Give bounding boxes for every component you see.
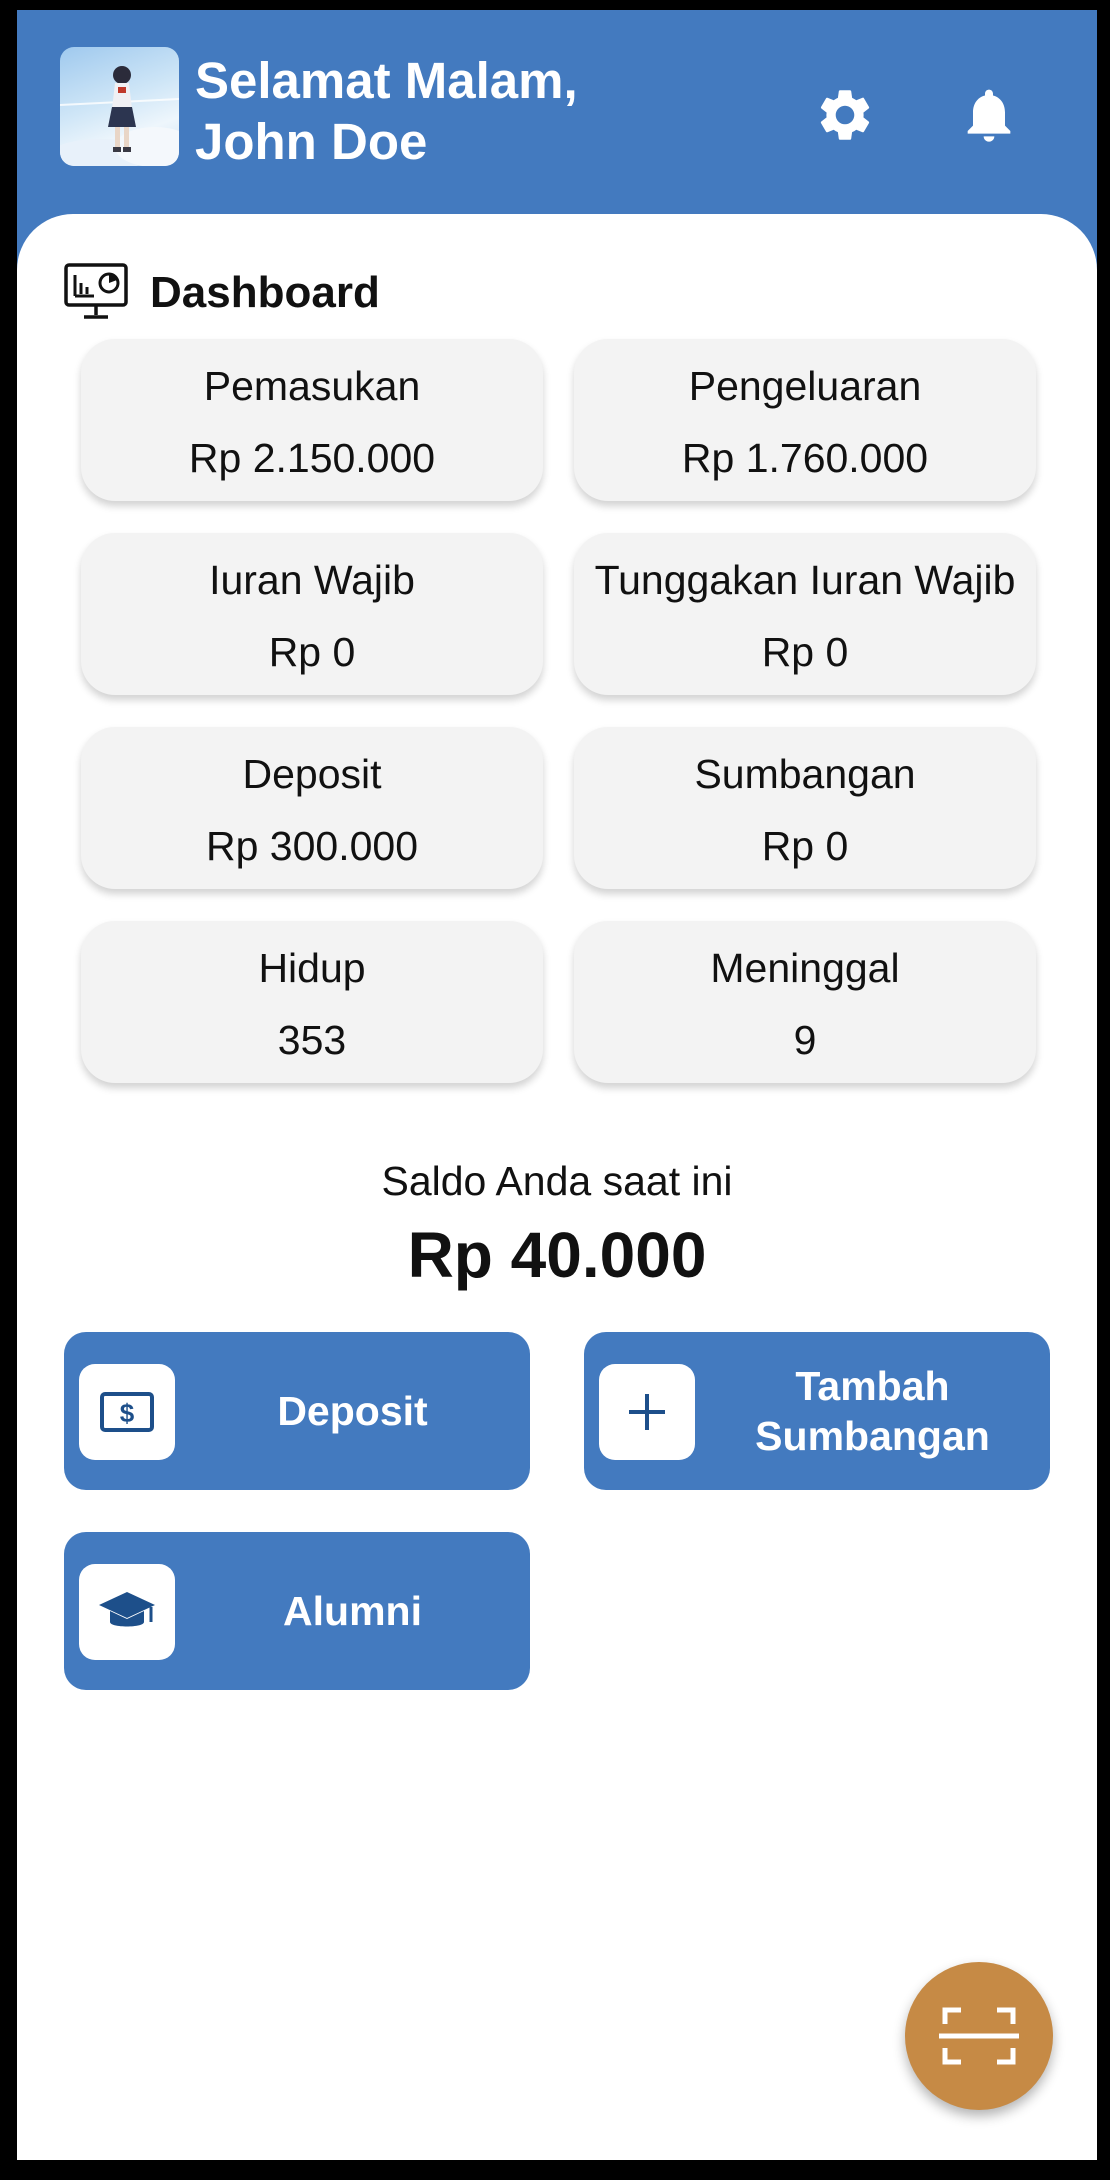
stat-value: Rp 1.760.000 xyxy=(681,435,929,481)
stat-card-pemasukan: Pemasukan Rp 2.150.000 xyxy=(81,339,543,501)
stat-value: 9 xyxy=(793,1017,817,1063)
settings-button[interactable] xyxy=(810,80,880,150)
bell-icon xyxy=(967,89,1011,142)
stat-value: Rp 0 xyxy=(761,629,849,675)
stat-value: Rp 0 xyxy=(268,629,356,675)
user-name: John Doe xyxy=(195,113,428,170)
presentation-chart-icon xyxy=(64,263,128,319)
add-donation-icon-box xyxy=(599,1364,695,1460)
stat-label: Pemasukan xyxy=(203,363,421,409)
stat-value: 353 xyxy=(277,1017,347,1063)
greeting-text: Selamat Malam, John Doe xyxy=(195,50,578,172)
stat-label: Iuran Wajib xyxy=(209,557,415,603)
notification-button[interactable] xyxy=(954,80,1024,150)
stat-card-deposit: Deposit Rp 300.000 xyxy=(81,727,543,889)
alumni-button[interactable]: Alumni xyxy=(64,1532,530,1690)
stat-label: Deposit xyxy=(242,751,382,797)
stat-value: Rp 2.150.000 xyxy=(188,435,436,481)
deposit-button[interactable]: $ Deposit xyxy=(64,1332,530,1490)
stat-label: Meninggal xyxy=(710,945,900,991)
dashboard-heading: Dashboard xyxy=(64,263,380,323)
greeting-line: Selamat Malam, xyxy=(195,52,578,109)
stat-value: Rp 300.000 xyxy=(205,823,418,869)
add-donation-button[interactable]: Tambah Sumbangan xyxy=(584,1332,1050,1490)
balance-label: Saldo Anda saat ini xyxy=(381,1158,733,1204)
avatar-image xyxy=(60,66,179,166)
deposit-button-label: Deposit xyxy=(277,1388,428,1434)
app-screen: Selamat Malam, John Doe Dashboard Pemasu… xyxy=(17,10,1097,2160)
stat-label: Sumbangan xyxy=(694,751,916,797)
plus-icon xyxy=(629,1394,665,1430)
alumni-button-label: Alumni xyxy=(283,1588,422,1634)
scan-button[interactable] xyxy=(905,1962,1053,2110)
stat-value: Rp 0 xyxy=(761,823,849,869)
dollar-bill-icon: $ xyxy=(100,1392,154,1432)
stat-card-sumbangan: Sumbangan Rp 0 xyxy=(574,727,1036,889)
stat-card-meninggal: Meninggal 9 xyxy=(574,921,1036,1083)
stat-label: Hidup xyxy=(258,945,366,991)
scan-icon xyxy=(939,2007,1019,2065)
avatar[interactable] xyxy=(60,47,179,166)
stat-card-pengeluaran: Pengeluaran Rp 1.760.000 xyxy=(574,339,1036,501)
stat-card-iuran-wajib: Iuran Wajib Rp 0 xyxy=(81,533,543,695)
svg-text:$: $ xyxy=(120,1398,135,1428)
add-donation-button-label: Tambah Sumbangan xyxy=(755,1363,990,1459)
stat-card-hidup: Hidup 353 xyxy=(81,921,543,1083)
stat-card-tunggakan-iuran-wajib: Tunggakan Iuran Wajib Rp 0 xyxy=(574,533,1036,695)
stat-label: Tunggakan Iuran Wajib xyxy=(594,557,1016,603)
stat-label: Pengeluaran xyxy=(688,363,922,409)
dashboard-title: Dashboard xyxy=(150,268,380,317)
alumni-icon-box xyxy=(79,1564,175,1660)
deposit-icon-box: $ xyxy=(79,1364,175,1460)
balance-value: Rp 40.000 xyxy=(407,1219,707,1291)
gear-icon xyxy=(820,90,870,140)
graduation-cap-icon xyxy=(99,1592,155,1627)
